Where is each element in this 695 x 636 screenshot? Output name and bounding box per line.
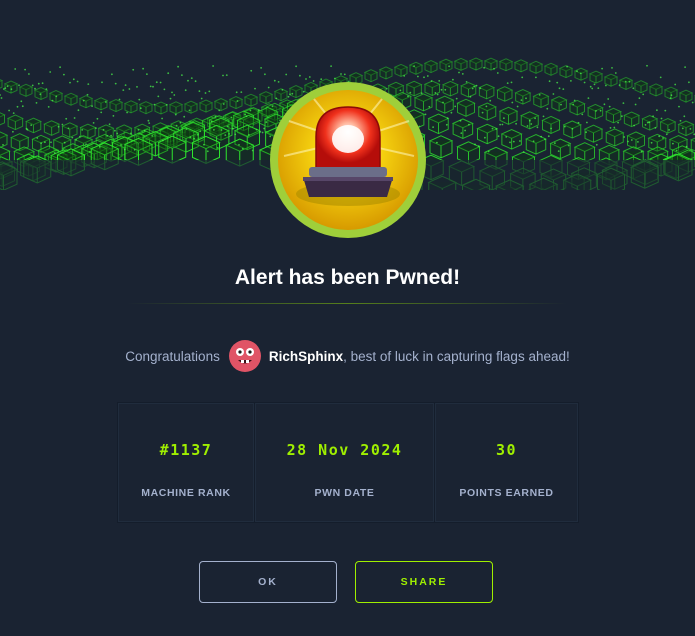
machine-rank-label: MACHINE RANK <box>141 487 231 499</box>
stat-points-earned: 30 POINTS EARNED <box>435 403 578 522</box>
congrats-prefix: Congratulations <box>125 348 220 364</box>
modal-title: Alert has been Pwned! <box>234 266 461 289</box>
pwn-date-value: 28 Nov 2024 <box>286 441 403 459</box>
username[interactable]: RichSphinx <box>269 349 343 364</box>
stat-pwn-date: 28 Nov 2024 PWN DATE <box>255 403 435 522</box>
stats-panel: #1137 MACHINE RANK 28 Nov 2024 PWN DATE … <box>117 402 579 523</box>
points-earned-value: 30 <box>495 441 518 459</box>
machine-badge <box>269 81 427 239</box>
share-button[interactable]: SHARE <box>355 561 493 603</box>
congrats-message: Congratulations RichSphinx , best of luc… <box>0 340 695 372</box>
stat-machine-rank: #1137 MACHINE RANK <box>118 403 255 522</box>
points-earned-label: POINTS EARNED <box>459 487 554 499</box>
machine-rank-value: #1137 <box>159 441 213 459</box>
title-divider <box>127 303 567 304</box>
ok-button[interactable]: OK <box>199 561 337 603</box>
pwn-date-label: PWN DATE <box>314 487 375 499</box>
alert-siren-icon <box>270 82 426 238</box>
congrats-suffix: , best of luck in capturing flags ahead! <box>343 348 570 364</box>
user-avatar-icon <box>228 340 261 372</box>
